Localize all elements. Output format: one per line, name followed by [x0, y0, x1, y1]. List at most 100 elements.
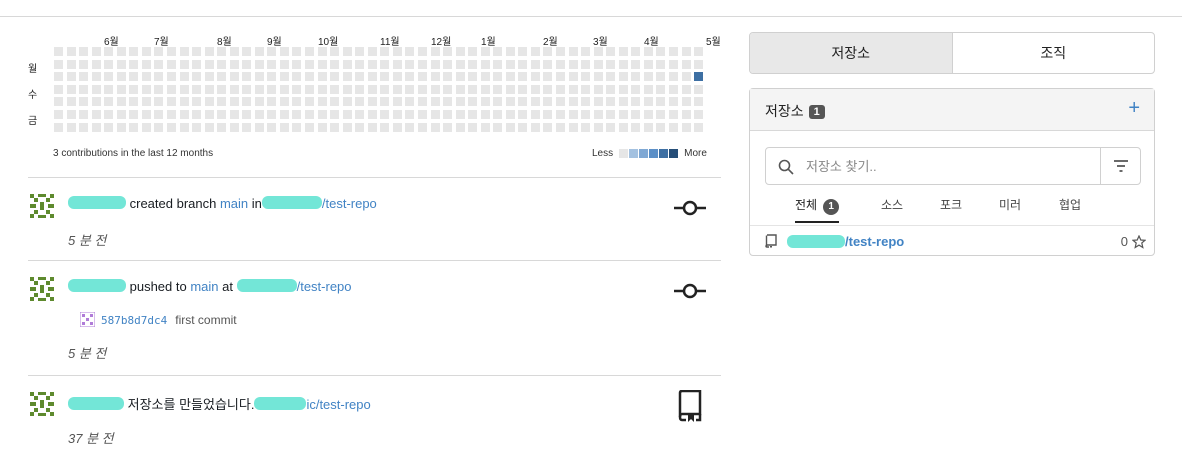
heatmap-cell [668, 84, 678, 94]
heatmap-cell [229, 84, 239, 94]
heatmap-cell [355, 110, 365, 119]
action-text: 저장소를 만들었습니다. [124, 397, 255, 412]
repo-name-link[interactable]: /test-repo [787, 234, 904, 249]
month-label: 2월 [543, 37, 558, 48]
repo-link[interactable]: /test-repo [297, 279, 352, 294]
heatmap-cell [267, 122, 277, 132]
heatmap-cell [154, 122, 164, 132]
legend-less: Less [592, 148, 614, 159]
heatmap-cell [204, 47, 214, 56]
heatmap-cell [493, 97, 503, 107]
repo-search-input[interactable] [804, 156, 1094, 176]
heatmap-cell [192, 84, 202, 94]
heatmap-cell [618, 47, 628, 56]
heatmap-cell [694, 72, 704, 82]
heatmap-cell [668, 47, 678, 56]
heatmap-cell [141, 72, 151, 82]
subtab-all[interactable]: 전체 1 [795, 193, 840, 223]
month-label: 10월 [318, 37, 339, 48]
tab-repositories[interactable]: 저장소 [750, 33, 953, 73]
heatmap-cell [694, 84, 704, 94]
heatmap-cell [618, 110, 628, 119]
heatmap-cell [405, 47, 415, 56]
tab-organizations[interactable]: 조직 [953, 33, 1155, 73]
heatmap-cell [66, 110, 76, 119]
branch-link[interactable]: main [220, 196, 248, 211]
user-avatar[interactable] [28, 275, 56, 303]
heatmap-cell [417, 84, 427, 94]
filter-button[interactable] [1100, 148, 1140, 184]
heatmap-cell [392, 110, 402, 119]
repo-count-badge: 1 [808, 105, 825, 119]
heatmap-cell [317, 72, 327, 82]
heatmap-cell [468, 72, 478, 82]
heatmap-cell [217, 110, 227, 119]
heatmap-cell [204, 59, 214, 69]
heatmap-cell [417, 122, 427, 132]
heatmap-cell [66, 59, 76, 69]
commit-sha-link[interactable]: 587b8d7dc4 [101, 314, 167, 327]
heatmap-cell [242, 110, 252, 119]
repository-title-text: 저장소 [765, 103, 804, 119]
subtab-collaborative[interactable]: 협업 [1059, 193, 1081, 223]
heatmap-cell [405, 97, 415, 107]
heatmap-cell [267, 84, 277, 94]
star-icon [1132, 234, 1146, 249]
heatmap-cell [556, 97, 565, 107]
heatmap-cell [330, 122, 340, 132]
heatmap-cell [681, 47, 691, 56]
heatmap-cell [305, 122, 314, 132]
heatmap-cell [104, 97, 114, 107]
commit-icon [674, 200, 706, 216]
heatmap-cell [556, 110, 565, 119]
add-repo-icon[interactable]: + [1128, 98, 1140, 118]
heatmap-cell [305, 47, 314, 56]
repo-link[interactable]: ic/test-repo [306, 397, 370, 412]
heatmap-cell [141, 97, 151, 107]
action-text: pushed to [126, 279, 191, 294]
heatmap-cell [229, 72, 239, 82]
subtab-forks[interactable]: 포크 [940, 193, 962, 223]
heatmap-cell [279, 59, 289, 69]
heatmap-cell [543, 122, 553, 132]
heatmap-cell [54, 72, 63, 82]
heatmap-cell [54, 122, 63, 132]
heatmap-cell [643, 59, 653, 69]
heatmap-cell [192, 59, 202, 69]
heatmap-cell [141, 84, 151, 94]
heatmap-cell [656, 47, 666, 56]
heatmap-cell [104, 47, 114, 56]
heatmap-cell [242, 122, 252, 132]
heatmap-cell [292, 59, 302, 69]
heatmap-cell [66, 97, 76, 107]
heatmap-cell [455, 122, 465, 132]
heatmap-cell [305, 110, 314, 119]
heatmap-cell [480, 97, 490, 107]
month-label: 8월 [217, 37, 232, 48]
heatmap-cell [242, 47, 252, 56]
heatmap-cell [392, 122, 402, 132]
month-label: 9월 [267, 37, 282, 48]
heatmap-cell [342, 72, 352, 82]
heatmap-cell [480, 72, 490, 82]
user-avatar[interactable] [28, 390, 56, 418]
subtab-label: 전체 [795, 198, 818, 212]
heatmap-cell [668, 110, 678, 119]
heatmap-cell [342, 110, 352, 119]
heatmap-cell [342, 84, 352, 94]
heatmap-cell [631, 110, 641, 119]
heatmap-cell [530, 84, 540, 94]
heatmap-cell [179, 122, 189, 132]
user-avatar[interactable] [28, 192, 56, 220]
heatmap-cell [317, 47, 327, 56]
heatmap-cell [254, 72, 264, 82]
branch-link[interactable]: main [190, 279, 218, 294]
heatmap-cell [443, 110, 453, 119]
heatmap-cell [405, 59, 415, 69]
subtab-mirrors[interactable]: 미러 [999, 193, 1021, 223]
heatmap-cell [254, 47, 264, 56]
heatmap-cell [267, 110, 277, 119]
subtab-sources[interactable]: 소스 [881, 193, 903, 223]
heatmap-cell [154, 59, 164, 69]
repo-link[interactable]: /test-repo [322, 196, 377, 211]
